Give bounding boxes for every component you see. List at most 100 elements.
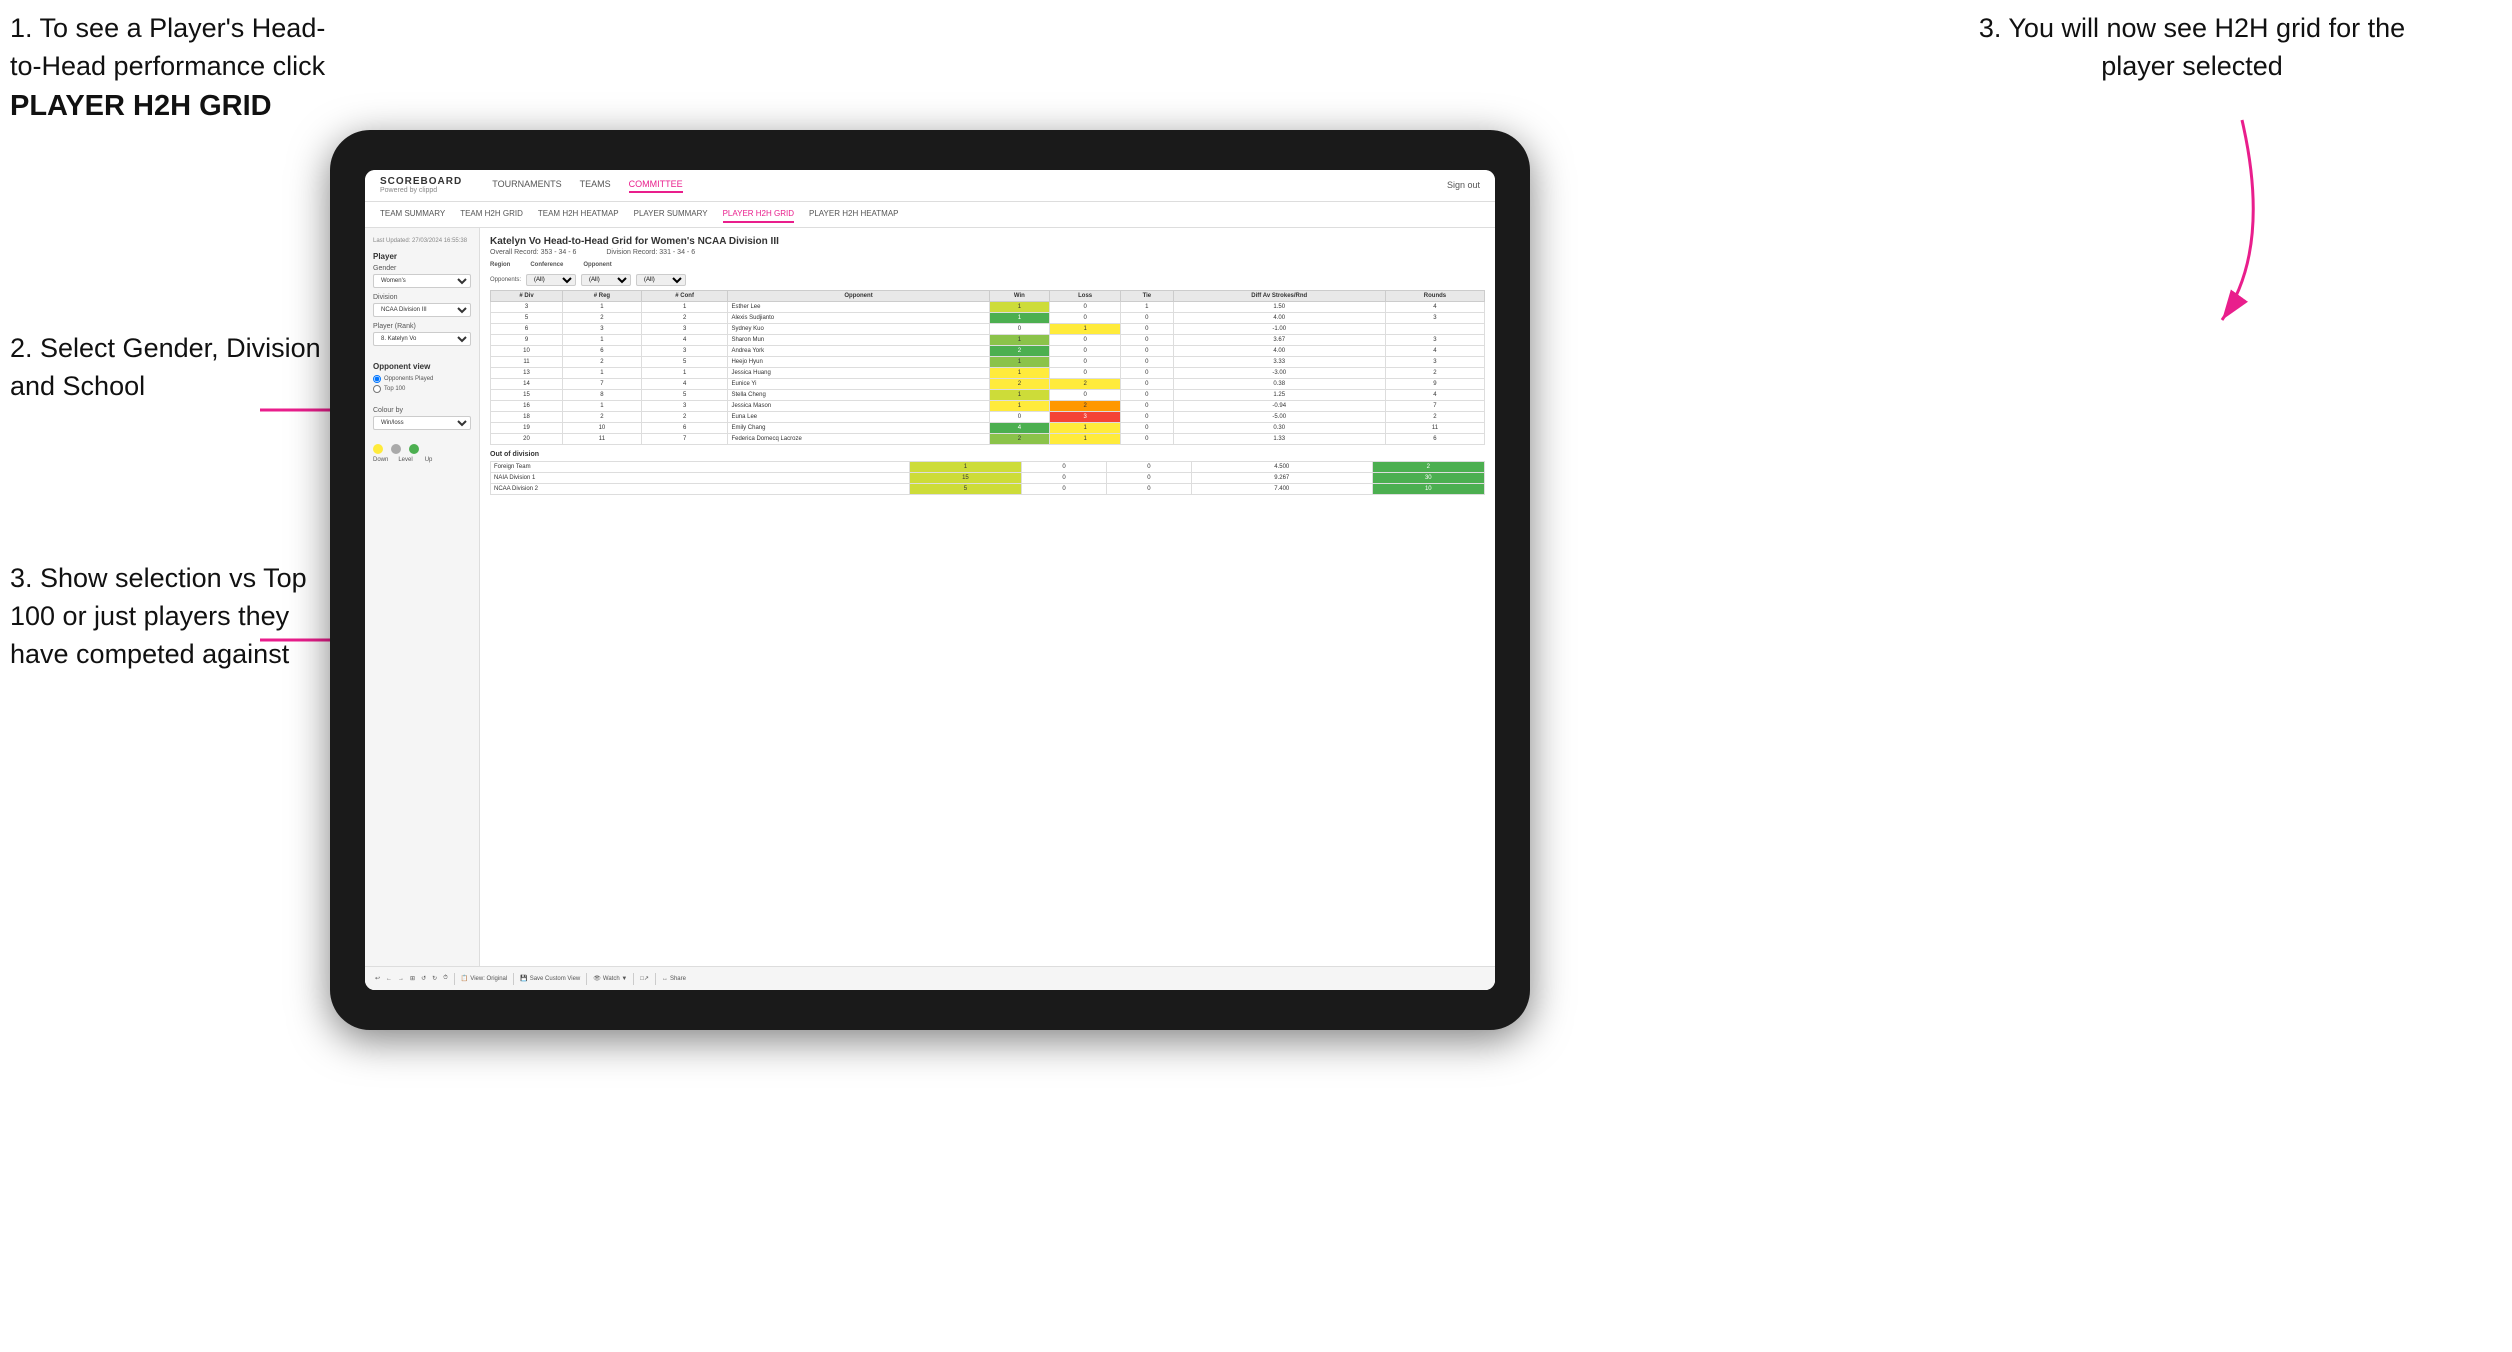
cell-rounds: 3	[1385, 334, 1484, 345]
cell-diff: 0.30	[1173, 422, 1385, 433]
cell-opponent: Jessica Mason	[728, 400, 989, 411]
cell-loss: 0	[1050, 334, 1121, 345]
toolbar-expand[interactable]: □↗	[640, 975, 649, 982]
player-rank-label: Player (Rank)	[373, 323, 471, 330]
instruction-left-middle: 2. Select Gender, Division and School	[10, 330, 330, 446]
ood-label: NCAA Division 2	[491, 483, 910, 494]
toolbar-back[interactable]: ←	[386, 976, 392, 982]
division-select[interactable]: NCAA Division III	[373, 303, 471, 317]
cell-win: 1	[989, 356, 1050, 367]
sidebar: Last Updated: 27/03/2024 16:55:38 Player…	[365, 228, 480, 990]
conference-select[interactable]: (All)	[581, 274, 631, 286]
cell-conf: 3	[641, 400, 728, 411]
toolbar-divider-2	[513, 973, 514, 985]
toolbar-refresh-left[interactable]: ↺	[421, 975, 426, 982]
nav-teams[interactable]: TEAMS	[580, 177, 611, 193]
nav-tournaments[interactable]: TOURNAMENTS	[492, 177, 561, 193]
ood-tie: 0	[1107, 461, 1192, 472]
ood-label: Foreign Team	[491, 461, 910, 472]
nav-committee[interactable]: COMMITTEE	[629, 177, 683, 193]
gender-select[interactable]: Women's	[373, 274, 471, 288]
cell-rounds: 4	[1385, 301, 1484, 312]
toolbar-share[interactable]: ↔ Share	[662, 976, 686, 982]
table-row: 10 6 3 Andrea York 2 0 0 4.00 4	[491, 345, 1485, 356]
cell-conf: 3	[641, 345, 728, 356]
cell-div: 20	[491, 433, 563, 444]
main-content: Last Updated: 27/03/2024 16:55:38 Player…	[365, 228, 1495, 990]
cell-tie: 0	[1121, 389, 1174, 400]
toolbar-watch[interactable]: 👁 Watch ▼	[593, 975, 627, 982]
opponent-view-title: Opponent view	[373, 362, 471, 371]
cell-conf: 3	[641, 323, 728, 334]
tab-player-h2h-grid[interactable]: PLAYER H2H GRID	[723, 206, 794, 223]
cell-tie: 0	[1121, 334, 1174, 345]
cell-tie: 0	[1121, 422, 1174, 433]
tab-player-summary[interactable]: PLAYER SUMMARY	[634, 206, 708, 223]
ood-rounds: 2	[1372, 461, 1484, 472]
radio-top100[interactable]: Top 100	[373, 385, 471, 393]
ood-label: NAIA Division 1	[491, 472, 910, 483]
tab-team-h2h-grid[interactable]: TEAM H2H GRID	[460, 206, 523, 223]
cell-diff: -0.94	[1173, 400, 1385, 411]
cell-tie: 1	[1121, 301, 1174, 312]
toolbar-grid[interactable]: ⊞	[410, 975, 415, 982]
player-section-title: Player	[373, 252, 471, 261]
table-row: 13 1 1 Jessica Huang 1 0 0 -3.00 2	[491, 367, 1485, 378]
cell-win: 1	[989, 334, 1050, 345]
division-label: Division	[373, 294, 471, 301]
app-header: SCOREBOARD Powered by clippd TOURNAMENTS…	[365, 170, 1495, 202]
instruction-1-text: 1. To see a Player's Head-to-Head perfor…	[10, 10, 350, 126]
opponent-select[interactable]: (All)	[636, 274, 686, 286]
cell-opponent: Sydney Kuo	[728, 323, 989, 334]
cell-win: 1	[989, 400, 1050, 411]
cell-win: 1	[989, 312, 1050, 323]
player-rank-select[interactable]: 8. Katelyn Vo	[373, 332, 471, 346]
toolbar-undo[interactable]: ↩	[375, 975, 380, 982]
ood-win: 5	[909, 483, 1021, 494]
toolbar-save-custom[interactable]: 💾 Save Custom View	[520, 975, 580, 982]
toolbar-forward[interactable]: →	[398, 976, 404, 982]
h2h-table: # Div # Reg # Conf Opponent Win Loss Tie…	[490, 290, 1485, 445]
toolbar-view-original[interactable]: 📋 View: Original	[461, 975, 507, 982]
cell-conf: 5	[641, 356, 728, 367]
tab-team-h2h-heatmap[interactable]: TEAM H2H HEATMAP	[538, 206, 619, 223]
cell-rounds: 2	[1385, 411, 1484, 422]
col-reg: # Reg	[563, 290, 642, 301]
table-row: 19 10 6 Emily Chang 4 1 0 0.30 11	[491, 422, 1485, 433]
cell-div: 16	[491, 400, 563, 411]
instruction-1-bold: PLAYER H2H GRID	[10, 90, 272, 122]
tab-team-summary[interactable]: TEAM SUMMARY	[380, 206, 445, 223]
cell-loss: 3	[1050, 411, 1121, 422]
toolbar-divider-3	[586, 973, 587, 985]
cell-rounds: 3	[1385, 312, 1484, 323]
cell-diff: 1.33	[1173, 433, 1385, 444]
radio-opponents-played[interactable]: Opponents Played	[373, 375, 471, 383]
cell-rounds: 7	[1385, 400, 1484, 411]
tablet-frame: SCOREBOARD Powered by clippd TOURNAMENTS…	[330, 130, 1530, 1030]
sign-out[interactable]: Sign out	[1447, 180, 1480, 190]
cell-conf: 4	[641, 334, 728, 345]
toolbar-refresh-right[interactable]: ↻	[432, 975, 437, 982]
colour-legend: Down Level Up	[373, 444, 471, 463]
cell-reg: 6	[563, 345, 642, 356]
cell-opponent: Esther Lee	[728, 301, 989, 312]
ood-loss: 0	[1022, 483, 1107, 494]
cell-reg: 1	[563, 400, 642, 411]
colour-by-select[interactable]: Win/loss	[373, 416, 471, 430]
main-nav: TOURNAMENTS TEAMS COMMITTEE	[492, 177, 682, 193]
ood-loss: 0	[1022, 461, 1107, 472]
cell-tie: 0	[1121, 312, 1174, 323]
col-opponent: Opponent	[728, 290, 989, 301]
toolbar-timer[interactable]: ⏱	[443, 975, 448, 982]
cell-div: 14	[491, 378, 563, 389]
col-tie: Tie	[1121, 290, 1174, 301]
cell-diff: -5.00	[1173, 411, 1385, 422]
cell-loss: 0	[1050, 345, 1121, 356]
cell-loss: 1	[1050, 323, 1121, 334]
cell-win: 1	[989, 367, 1050, 378]
cell-loss: 0	[1050, 389, 1121, 400]
out-of-division-table: Foreign Team 1 0 0 4.500 2 NAIA Division…	[490, 461, 1485, 495]
tab-player-h2h-heatmap[interactable]: PLAYER H2H HEATMAP	[809, 206, 899, 223]
cell-opponent: Heejo Hyun	[728, 356, 989, 367]
opponents-select[interactable]: (All)	[526, 274, 576, 286]
